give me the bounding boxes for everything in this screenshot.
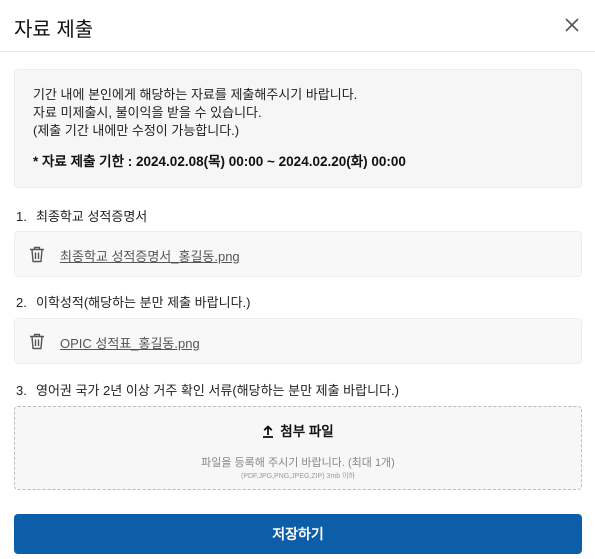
section-number: 1. [16,209,27,224]
attach-file-label: 첨부 파일 [280,424,334,439]
section-title-2: 2. 이학성적(해당하는 분만 제출 바랍니다.) [16,292,250,311]
notice-line: 자료 미제출시, 불이익을 받을 수 있습니다. [33,105,262,120]
file-row-1: 최종학교 성적증명서_홍길동.png [14,231,582,277]
notice-box: 기간 내에 본인에게 해당하는 자료를 제출해주시기 바랍니다. 자료 미제출시… [14,69,582,188]
section-title-3: 3. 영어권 국가 2년 이상 거주 확인 서류(해당하는 분만 제출 바랍니다.… [16,380,399,399]
section-label: 영어권 국가 2년 이상 거주 확인 서류(해당하는 분만 제출 바랍니다.) [36,383,399,398]
section-label: 이학성적(해당하는 분만 제출 바랍니다.) [36,295,251,310]
save-button[interactable]: 저장하기 [14,514,582,554]
section-number: 2. [16,295,27,310]
section-label: 최종학교 성적증명서 [36,209,148,224]
dialog-header: 자료 제출 [0,0,595,52]
file-row-2: OPIC 성적표_홍길동.png [14,318,582,364]
section-title-1: 1. 최종학교 성적증명서 [16,206,147,225]
dialog-title: 자료 제출 [14,19,94,41]
deadline-text: * 자료 제출 기한 : 2024.02.08(목) 00:00 ~ 2024.… [33,154,406,169]
section-number: 3. [16,383,27,398]
attach-file-button[interactable]: 첨부 파일 [15,420,581,440]
close-icon[interactable] [561,14,583,36]
upload-format-hint: (PDF,JPG,PNG,JPEG,ZIP) 3mb 이하 [240,473,355,480]
file-link[interactable]: 최종학교 성적증명서_홍길동.png [60,246,240,265]
trash-icon[interactable] [29,246,45,263]
upload-icon [263,425,274,438]
file-link[interactable]: OPIC 성적표_홍길동.png [60,333,200,352]
notice-line: (제출 기간 내에만 수정이 가능합니다.) [33,123,240,138]
trash-icon[interactable] [29,333,45,350]
notice-line: 기간 내에 본인에게 해당하는 자료를 제출해주시기 바랍니다. [33,87,358,102]
upload-hint: 파일을 등록해 주시기 바랍니다. (최대 1개) [201,457,395,469]
file-upload-dropzone[interactable]: 첨부 파일 파일을 등록해 주시기 바랍니다. (최대 1개) (PDF,JPG… [14,406,582,490]
